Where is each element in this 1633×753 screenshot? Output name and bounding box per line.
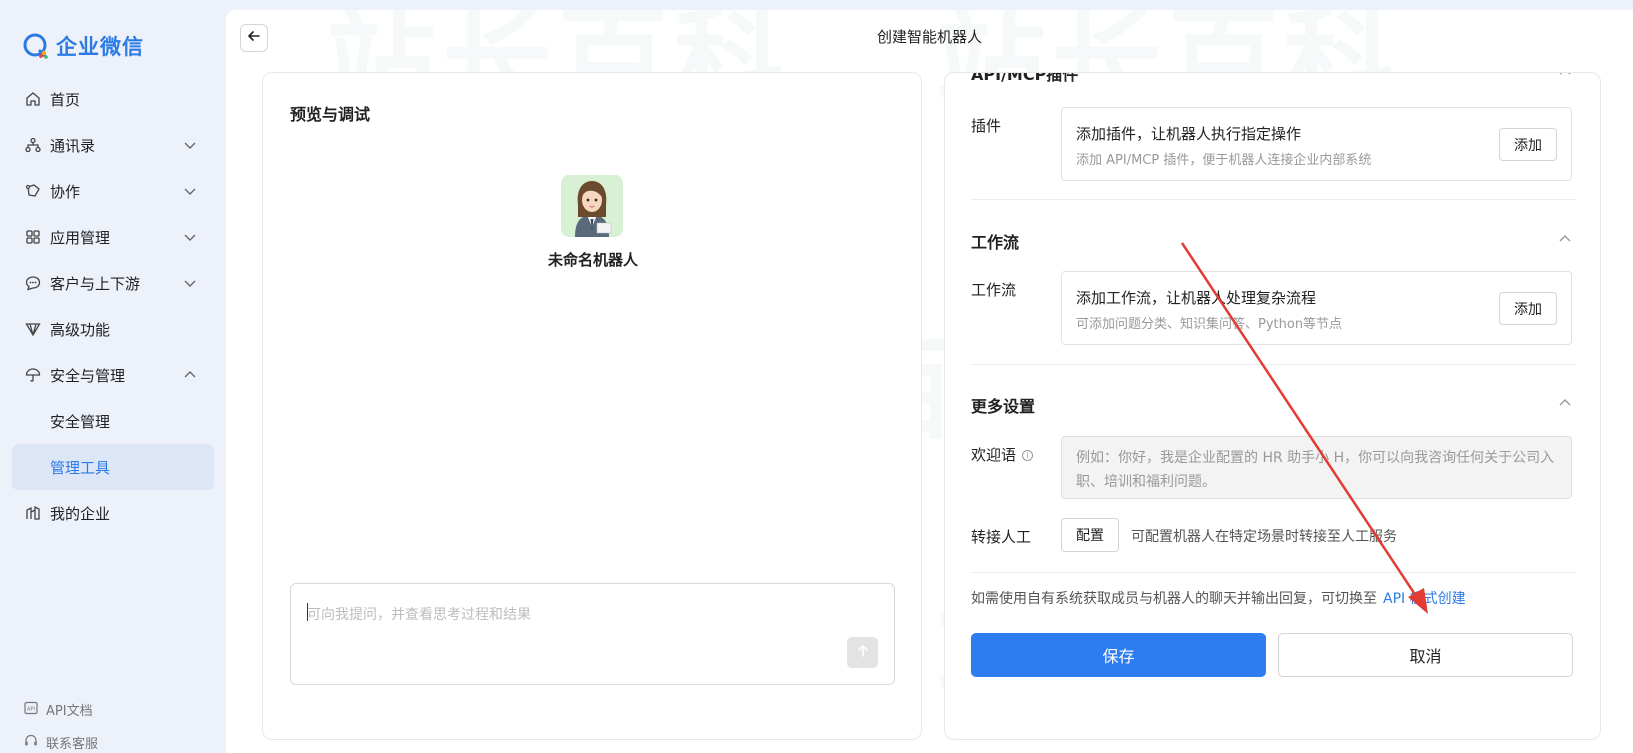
chevron-up-icon [182,367,198,383]
chevron-down-icon [182,137,198,153]
sidebar-item-label: 协作 [50,182,81,201]
footer-label: API文档 [46,704,93,719]
bot-name: 未命名机器人 [547,251,638,269]
chevron-down-icon [182,183,198,199]
umbrella-icon [24,366,42,384]
sidebar-item-app-management[interactable]: 应用管理 [0,214,226,260]
info-icon[interactable]: i [1022,450,1034,461]
chevron-up-icon[interactable] [1558,232,1572,246]
sidebar-item-customers[interactable]: 客户与上下游 [0,260,226,306]
workflow-card-subtitle: 可添加问题分类、知识集问答、Python等节点 [1076,317,1343,332]
divider [971,199,1575,200]
config-panel: API/MCP插件 插件 添加插件，让机器人执行指定操作 添加 API/MCP … [944,72,1601,740]
home-icon [24,90,42,108]
add-plugin-button[interactable]: 添加 [1499,128,1557,161]
api-mode-note: 如需使用自有系统获取成员与机器人的聊天并输出回复，可切换至 API 模式创建 [971,588,1466,608]
section-title-workflow: 工作流 [971,233,1020,252]
sidebar-item-label: 管理工具 [50,458,111,477]
sidebar-item-management-tools[interactable]: 管理工具 [12,444,214,490]
divider [971,572,1575,573]
sidebar-item-my-enterprise[interactable]: 我的企业 [0,490,226,536]
sidebar-item-label: 通讯录 [50,136,96,155]
sidebar-footer-api-docs[interactable]: API API文档 [24,700,93,719]
app-name: 企业微信 [56,35,144,59]
add-workflow-button[interactable]: 添加 [1499,292,1557,325]
workflow-card-title: 添加工作流，让机器人处理复杂流程 [1076,289,1317,307]
divider [971,364,1575,365]
main-panel: 站长百科 站长百科 站长百科 站长百科 站长百科 创建智能机器人 预览与调试 [226,10,1633,753]
plugin-card: 添加插件，让机器人执行指定操作 添加 API/MCP 插件，便于机器人连接企业内… [1061,107,1572,181]
sidebar: 企业微信 首页 通讯录 协作 应用管理 客户与上下游 高级功能 安全与管理 安全… [0,0,226,753]
chevron-up-icon[interactable] [1558,396,1572,410]
api-mode-link[interactable]: API 模式创建 [1383,591,1466,607]
bot-avatar [561,175,623,237]
diamond-icon [24,320,42,338]
page-title: 创建智能机器人 [876,28,982,46]
wecom-logo-icon [22,32,50,60]
footer-label: 联系客服 [46,737,99,752]
chat-bubble-icon [24,274,42,292]
chevron-down-icon [182,229,198,245]
building-icon [24,504,42,522]
collaboration-icon [24,182,42,200]
welcome-label-text: 欢迎语 [971,446,1017,464]
workflow-label: 工作流 [971,281,1017,299]
sidebar-item-label: 安全管理 [50,412,111,431]
sidebar-item-collaboration[interactable]: 协作 [0,168,226,214]
welcome-message-input[interactable]: 例如：你好，我是企业配置的 HR 助手小 H，你可以向我咨询任何关于公司入职、培… [1061,436,1572,499]
sidebar-item-label: 首页 [50,90,81,109]
cancel-button[interactable]: 取消 [1278,633,1573,677]
org-chart-icon [24,136,42,154]
sidebar-nav: 首页 通讯录 协作 应用管理 客户与上下游 高级功能 安全与管理 安全管理 管理… [0,76,226,536]
chevron-up-icon[interactable] [1558,73,1572,79]
handoff-description: 可配置机器人在特定场景时转接至人工服务 [1131,529,1397,545]
sidebar-footer-support[interactable]: 联系客服 [24,733,98,752]
welcome-label: 欢迎语 i [971,444,1034,465]
chevron-down-icon [182,275,198,291]
sidebar-item-label: 客户与上下游 [50,274,141,293]
svg-text:API: API [27,706,35,712]
sidebar-item-label: 应用管理 [50,228,111,247]
send-button[interactable] [847,637,878,668]
preview-panel: 预览与调试 未命名机器人 可向我提问，并查看思考过程和结果 [262,72,922,740]
api-mode-note-text: 如需使用自有系统获取成员与机器人的聊天并输出回复，可切换至 [971,591,1377,607]
chat-input-placeholder: 可向我提问，并查看思考过程和结果 [307,607,531,623]
headset-icon [24,734,38,752]
plugin-card-title: 添加插件，让机器人执行指定操作 [1076,125,1302,143]
save-button[interactable]: 保存 [971,633,1266,677]
plugin-card-subtitle: 添加 API/MCP 插件，便于机器人连接企业内部系统 [1076,153,1372,168]
sidebar-item-label: 安全与管理 [50,366,126,385]
section-title-plugins: API/MCP插件 [971,72,1079,84]
section-title-more-settings: 更多设置 [971,397,1036,416]
configure-handoff-button[interactable]: 配置 [1061,518,1119,552]
workflow-card: 添加工作流，让机器人处理复杂流程 可添加问题分类、知识集问答、Python等节点… [1061,271,1572,345]
sidebar-item-label: 高级功能 [50,320,111,339]
apps-grid-icon [24,228,42,246]
sidebar-item-label: 我的企业 [50,504,111,523]
sidebar-item-advanced[interactable]: 高级功能 [0,306,226,352]
chat-input[interactable]: 可向我提问，并查看思考过程和结果 [290,583,895,685]
sidebar-item-security-management[interactable]: 安全管理 [0,398,226,444]
handoff-label: 转接人工 [971,528,1032,546]
sidebar-item-home[interactable]: 首页 [0,76,226,122]
sidebar-item-security[interactable]: 安全与管理 [0,352,226,398]
preview-title: 预览与调试 [290,105,371,124]
plugin-label: 插件 [971,117,1002,135]
api-doc-icon: API [24,701,38,719]
logo[interactable]: 企业微信 [22,32,144,60]
arrow-up-icon [856,644,870,662]
sidebar-item-contacts[interactable]: 通讯录 [0,122,226,168]
